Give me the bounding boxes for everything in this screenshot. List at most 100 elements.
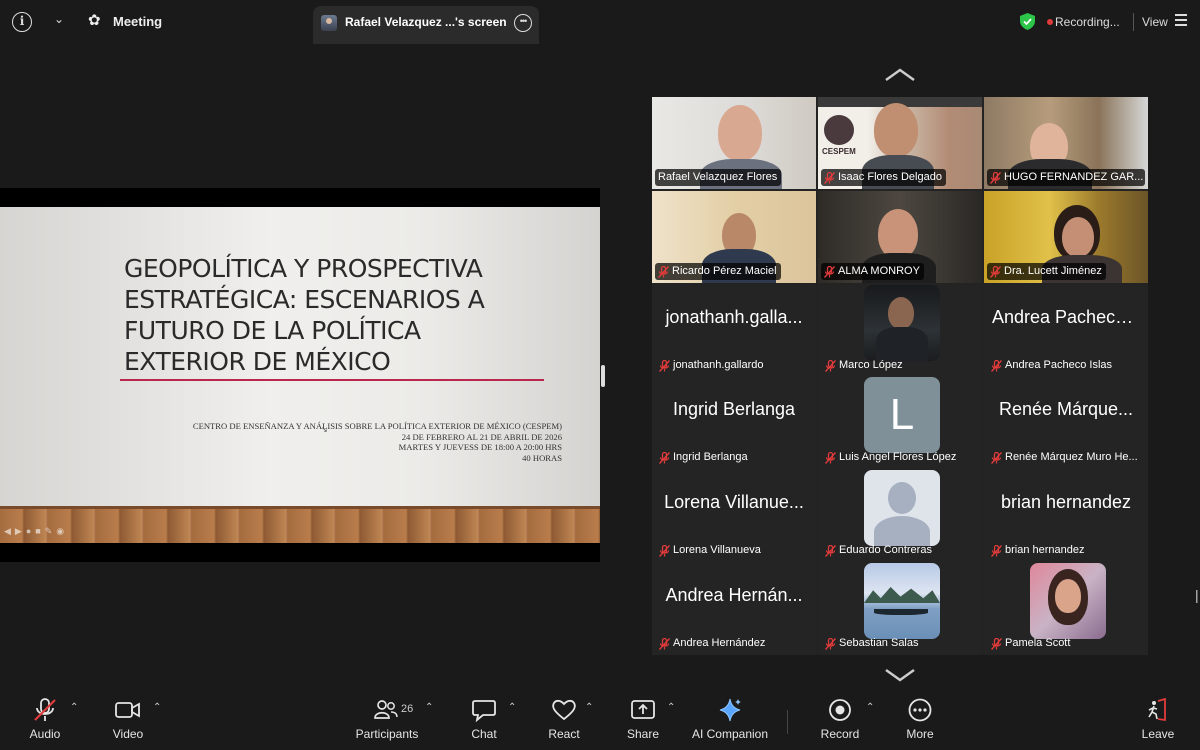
participant-name: Ricardo Pérez Maciel <box>655 263 781 280</box>
audio-label: Audio <box>29 727 61 741</box>
participant-name: Andrea Hernández <box>656 635 769 652</box>
video-tile[interactable]: Andrea Hernán... Andrea Hernández <box>652 563 816 655</box>
meeting-title[interactable]: Meeting <box>113 14 162 29</box>
video-tile[interactable]: Andrea Pacheco... Andrea Pacheco Islas <box>984 285 1148 377</box>
recording-label: Recording... <box>1055 15 1120 29</box>
record-options-caret-icon[interactable]: ⌃ <box>866 702 874 713</box>
chat-options-caret-icon[interactable]: ⌃ <box>508 702 516 713</box>
video-tile[interactable]: Sebastian Salas <box>818 563 982 655</box>
screen-share-tab[interactable]: Rafael Velazquez ...'s screen ••• <box>313 6 539 44</box>
slide-info-text: CENTRO DE ENSEÑANZA Y ANÁLISIS SOBRE LA … <box>192 421 562 463</box>
video-tile[interactable]: Renée Márque... Renée Márquez Muro He... <box>984 377 1148 469</box>
react-label: React <box>548 727 580 741</box>
participant-name: Ingrid Berlanga <box>656 449 752 466</box>
video-tile[interactable]: Eduardo Contreras <box>818 470 982 562</box>
scroll-up-chevron-icon[interactable] <box>884 68 916 82</box>
record-button[interactable]: Record <box>818 690 862 750</box>
more-button[interactable]: More <box>898 690 942 750</box>
mic-muted-icon <box>824 171 835 184</box>
participant-name: Isaac Flores Delgado <box>821 169 946 186</box>
share-options-caret-icon[interactable]: ⌃ <box>667 702 675 713</box>
participants-button[interactable]: Participants <box>350 690 424 750</box>
text-cursor-icon: | <box>1195 587 1199 603</box>
participant-name: ALMA MONROY <box>821 263 924 280</box>
top-bar: i ⌄ ✿ Meeting Rafael Velazquez ...'s scr… <box>0 0 1200 44</box>
video-tile[interactable]: Rafael Velazquez Flores <box>652 97 816 189</box>
video-tile[interactable]: Ricardo Pérez Maciel <box>652 191 816 283</box>
video-tile[interactable]: Pamela Scott <box>984 563 1148 655</box>
leave-label: Leave <box>1141 727 1175 741</box>
share-button[interactable]: Share <box>621 690 665 750</box>
participants-label: Participants <box>355 727 419 741</box>
react-button[interactable]: React <box>542 690 586 750</box>
chat-button[interactable]: Chat <box>462 690 506 750</box>
profile-picture <box>1030 563 1106 639</box>
ai-companion-button[interactable]: AI Companion <box>690 690 770 750</box>
mic-muted-icon <box>825 544 836 557</box>
chat-label: Chat <box>471 727 497 741</box>
participant-display-name: Andrea Hernán... <box>665 585 803 605</box>
leave-door-icon <box>1148 698 1166 722</box>
slide-divider-line <box>120 379 544 381</box>
shared-screen: GEOPOLÍTICA Y PROSPECTIVA ESTRATÉGICA: E… <box>0 188 600 562</box>
more-dots-icon <box>908 698 932 722</box>
scroll-down-chevron-icon[interactable] <box>884 668 916 682</box>
more-options-icon[interactable]: ••• <box>514 14 532 32</box>
divider <box>1133 13 1134 31</box>
video-tile[interactable]: Ingrid Berlanga Ingrid Berlanga <box>652 377 816 469</box>
ai-companion-label: AI Companion <box>691 727 769 741</box>
slideshow-controls-icon[interactable]: ◀▶●■✎◉ <box>4 526 68 537</box>
screen-share-title: Rafael Velazquez ...'s screen <box>345 15 507 29</box>
participant-name: Sebastian Salas <box>822 635 923 652</box>
profile-picture <box>864 563 940 639</box>
participant-display-name: Renée Márque... <box>998 399 1134 419</box>
more-label: More <box>906 727 934 741</box>
slide-title: GEOPOLÍTICA Y PROSPECTIVA ESTRATÉGICA: E… <box>124 254 485 376</box>
paw-icon: ✿ <box>88 12 101 29</box>
participant-name: Dra. Lucett Jiménez <box>987 263 1106 280</box>
participant-display-name: Lorena Villanue... <box>664 492 804 512</box>
audio-options-caret-icon[interactable]: ⌃ <box>70 702 78 713</box>
view-button[interactable]: View <box>1142 15 1168 29</box>
meeting-toolbar: Audio ⌃ Video ⌃ Participants 26 ⌃ Chat ⌃… <box>0 690 1200 750</box>
video-tile[interactable]: Dra. Lucett Jiménez <box>984 191 1148 283</box>
canoe-icon <box>874 609 928 615</box>
video-tile[interactable]: L Luis Angel Flores López <box>818 377 982 469</box>
participant-name: Pamela Scott <box>988 635 1074 652</box>
video-tile[interactable]: brian hernandez brian hernandez <box>984 470 1148 562</box>
leave-button[interactable]: Leave <box>1136 690 1180 750</box>
video-button[interactable]: Video <box>104 690 152 750</box>
resize-handle[interactable] <box>601 365 605 387</box>
record-label: Record <box>820 727 860 741</box>
video-tile[interactable]: Marco López <box>818 285 982 377</box>
wood-floor-graphic <box>0 506 600 543</box>
mic-muted-icon <box>991 637 1002 650</box>
video-tile[interactable]: jonathanh.galla... jonathanh.gallardo <box>652 285 816 377</box>
presenter-avatar <box>321 15 337 31</box>
participants-count: 26 <box>401 703 414 715</box>
video-tile[interactable]: ALMA MONROY <box>818 191 982 283</box>
mic-muted-icon <box>990 265 1001 278</box>
video-tile[interactable]: CESPEM Isaac Flores Delgado <box>818 97 982 189</box>
participant-display-name: brian hernandez <box>1000 492 1132 512</box>
chevron-down-icon[interactable]: ⌄ <box>54 12 64 26</box>
video-options-caret-icon[interactable]: ⌃ <box>153 702 161 713</box>
video-tile[interactable]: HUGO FERNANDEZ GAR... <box>984 97 1148 189</box>
video-tile[interactable]: Lorena Villanue... Lorena Villanueva <box>652 470 816 562</box>
video-label: Video <box>112 727 144 741</box>
menu-icon[interactable] <box>1175 14 1187 26</box>
info-icon[interactable]: i <box>12 12 32 32</box>
participant-display-name: jonathanh.galla... <box>665 307 803 327</box>
mic-muted-icon <box>825 359 836 372</box>
pointer-icon: ↘ <box>321 425 328 434</box>
participants-options-caret-icon[interactable]: ⌃ <box>425 702 433 713</box>
react-options-caret-icon[interactable]: ⌃ <box>585 702 593 713</box>
recording-indicator[interactable]: Recording... <box>1012 9 1132 35</box>
default-avatar-icon <box>864 470 940 546</box>
mic-muted-icon <box>34 698 56 721</box>
mic-muted-icon <box>990 171 1001 184</box>
participants-icon <box>374 700 398 719</box>
participant-name: Luis Angel Flores López <box>822 449 960 466</box>
mic-muted-icon <box>659 544 670 557</box>
audio-button[interactable]: Audio <box>20 690 70 750</box>
